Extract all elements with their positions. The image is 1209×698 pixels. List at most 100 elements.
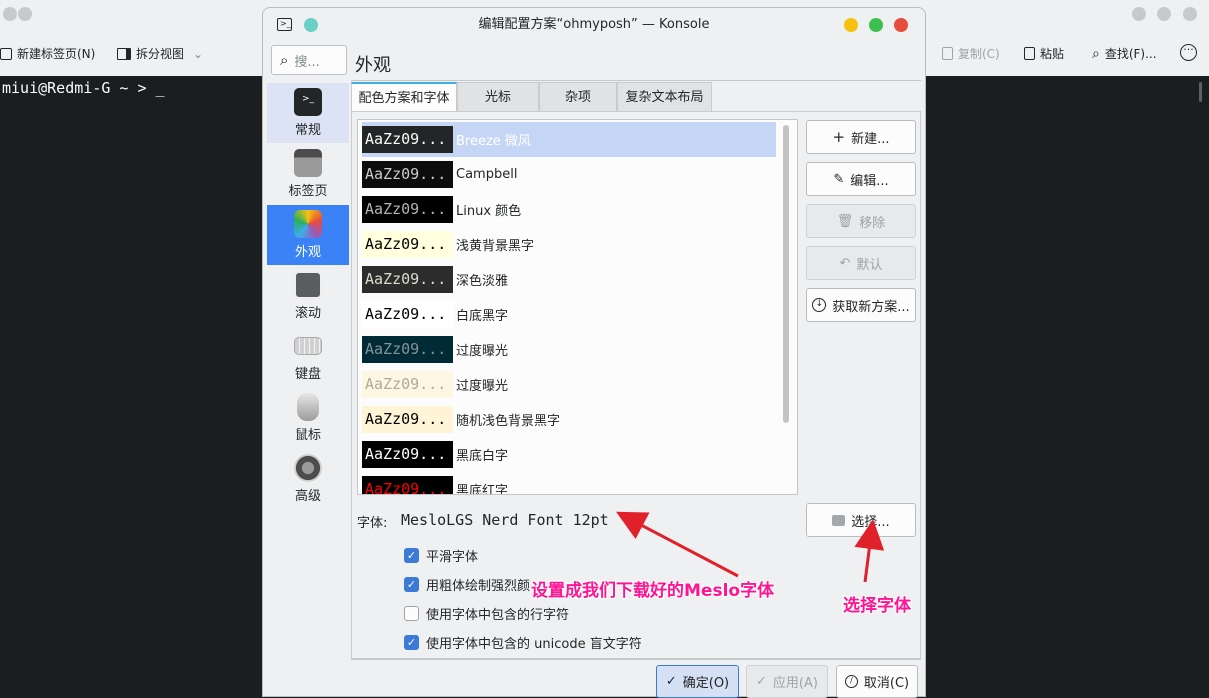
new-tab-icon [0, 47, 12, 60]
maximize-icon[interactable] [869, 18, 883, 32]
tab-complex-text-layout[interactable]: 复杂文本布局 [617, 82, 712, 112]
checkbox[interactable]: ✓ [404, 577, 419, 592]
window-dot-icon [3, 7, 17, 21]
edit-scheme-button[interactable]: ✎ 编辑... [806, 162, 916, 196]
annotation-font-note: 设置成我们下载好的Meslo字体 [531, 581, 775, 601]
get-new-schemes-button[interactable]: ↓ 获取新方案... [806, 288, 916, 322]
terminal-scrollbar[interactable] [1199, 82, 1202, 102]
chevron-down-icon: ⌄ [193, 46, 204, 61]
scheme-name: Breeze 微风 [456, 134, 531, 149]
tab-color-scheme-font[interactable]: 配色方案和字体 [351, 82, 457, 112]
cancel-icon: / [844, 675, 858, 688]
paste-button[interactable]: 粘贴 [1024, 45, 1064, 62]
list-item[interactable]: AaZz09... Campbell [362, 157, 776, 192]
keyboard-icon [294, 337, 322, 355]
sidebar-item-advanced[interactable]: 高级 [267, 449, 349, 509]
checkbox-smooth-fonts[interactable]: ✓ 平滑字体 [404, 546, 478, 565]
divider [351, 80, 921, 81]
font-label: 字体: [357, 516, 388, 531]
list-scrollbar[interactable] [783, 125, 789, 423]
maximize-icon[interactable] [1157, 7, 1171, 21]
scheme-name: Linux 颜色 [456, 204, 522, 219]
list-item[interactable]: AaZz09... Breeze 微风 [362, 122, 776, 157]
list-item[interactable]: AaZz09... 深色淡雅 [362, 262, 776, 297]
checkbox-braille-chars[interactable]: ✓ 使用字体中包含的 unicode 盲文字符 [404, 633, 642, 652]
sidebar-item-general[interactable]: >_ 常规 [267, 83, 349, 143]
scheme-preview: AaZz09... [362, 441, 453, 468]
color-scheme-list[interactable]: AaZz09... Breeze 微风 AaZz09... Campbell AaZz0… [357, 119, 798, 495]
scheme-name: Campbell [456, 167, 518, 182]
scheme-name: 过度曝光 [456, 379, 509, 394]
list-item[interactable]: AaZz09... 随机浅色背景黑字 [362, 402, 776, 437]
font-icon [832, 514, 846, 526]
sidebar-item-mouse[interactable]: 鼠标 [267, 388, 349, 448]
list-item[interactable]: AaZz09... 过度曝光 [362, 367, 776, 402]
copy-icon [942, 47, 953, 60]
sidebar-item-appearance[interactable]: 外观 [267, 205, 349, 265]
remove-scheme-button[interactable]: 🗑 移除 [806, 204, 916, 238]
scheme-name: 随机浅色背景黑字 [456, 414, 561, 429]
copy-button[interactable]: 复制(C) [942, 45, 1000, 62]
list-item[interactable]: AaZz09... 黑底红字 [362, 472, 776, 495]
choose-font-button[interactable]: 选择... [806, 503, 916, 537]
minimize-icon[interactable] [844, 18, 858, 32]
list-item[interactable]: AaZz09... 过度曝光 [362, 332, 776, 367]
font-value: MesloLGS Nerd Font 12pt [401, 511, 609, 529]
scheme-preview: AaZz09... [362, 371, 453, 398]
check-icon: ✓ [665, 674, 677, 689]
ok-button[interactable]: ✓ 确定(O) [656, 665, 739, 698]
minimize-icon[interactable] [1132, 7, 1146, 21]
apply-button[interactable]: ✓ 应用(A) [746, 665, 828, 698]
scheme-preview: AaZz09... [362, 301, 453, 328]
more-icon: ··· [1180, 44, 1197, 61]
paste-icon [1024, 47, 1035, 60]
cancel-button[interactable]: / 取消(C) [836, 665, 918, 698]
scheme-name: 黑底红字 [456, 484, 509, 495]
find-button[interactable]: ⌕ 查找(F)... [1092, 45, 1157, 62]
checkbox[interactable] [404, 606, 419, 621]
download-icon: ↓ [812, 298, 827, 312]
checkbox-bold-intense[interactable]: ✓ 用粗体绘制强烈颜 [404, 575, 530, 594]
tab-misc[interactable]: 杂项 [539, 82, 617, 112]
more-menu-button[interactable]: ··· [1180, 44, 1197, 61]
list-item[interactable]: AaZz09... Linux 颜色 [362, 192, 776, 227]
scheme-name: 过度曝光 [456, 344, 509, 359]
window-dot-icon [18, 7, 32, 21]
list-item[interactable]: AaZz09... 浅黄背景黑字 [362, 227, 776, 262]
checkbox[interactable]: ✓ [404, 635, 419, 650]
trash-icon: 🗑 [836, 213, 854, 229]
pencil-icon: ✎ [833, 171, 845, 187]
checkbox[interactable]: ✓ [404, 548, 419, 563]
check-icon: ✓ [756, 674, 767, 689]
terminal-prompt: miui@Redmi-G ~ > _ [2, 79, 165, 97]
default-scheme-button[interactable]: ↶ 默认 [806, 246, 916, 280]
list-item[interactable]: AaZz09... 黑底白字 [362, 437, 776, 472]
split-view-button[interactable]: 拆分视图 ⌄ [117, 45, 203, 62]
dialog-title: 编辑配置方案“ohmyposh” — Konsole [478, 17, 710, 32]
sidebar-item-tabs[interactable]: 标签页 [267, 144, 349, 204]
scheme-preview: AaZz09... [362, 126, 453, 153]
tab-cursor[interactable]: 光标 [457, 82, 539, 112]
undo-icon: ↶ [839, 255, 851, 271]
new-scheme-button[interactable]: + 新建... [806, 120, 916, 154]
scheme-preview: AaZz09... [362, 336, 453, 363]
scroll-icon [294, 271, 322, 299]
list-item[interactable]: AaZz09... 白底黑字 [362, 297, 776, 332]
scheme-name: 白底黑字 [456, 309, 509, 324]
close-icon[interactable] [1183, 7, 1197, 21]
sidebar-search-input[interactable]: ⌕ 搜... [271, 45, 347, 75]
checkbox-line-chars[interactable]: 使用字体中包含的行字符 [404, 604, 569, 623]
sidebar-item-keyboard[interactable]: 键盘 [267, 327, 349, 387]
search-icon: ⌕ [280, 51, 289, 69]
new-tab-button[interactable]: 新建标签页(N) [0, 45, 95, 62]
scheme-preview: AaZz09... [362, 266, 453, 293]
scheme-preview: AaZz09... [362, 161, 453, 188]
scheme-name: 浅黄背景黑字 [456, 239, 535, 254]
appearance-icon [294, 210, 322, 238]
close-icon[interactable] [894, 18, 908, 32]
split-view-icon [117, 47, 131, 60]
scheme-preview: AaZz09... [362, 231, 453, 258]
advanced-icon [294, 454, 322, 482]
sidebar-item-scrolling[interactable]: 滚动 [267, 266, 349, 326]
scheme-preview: AaZz09... [362, 196, 453, 223]
